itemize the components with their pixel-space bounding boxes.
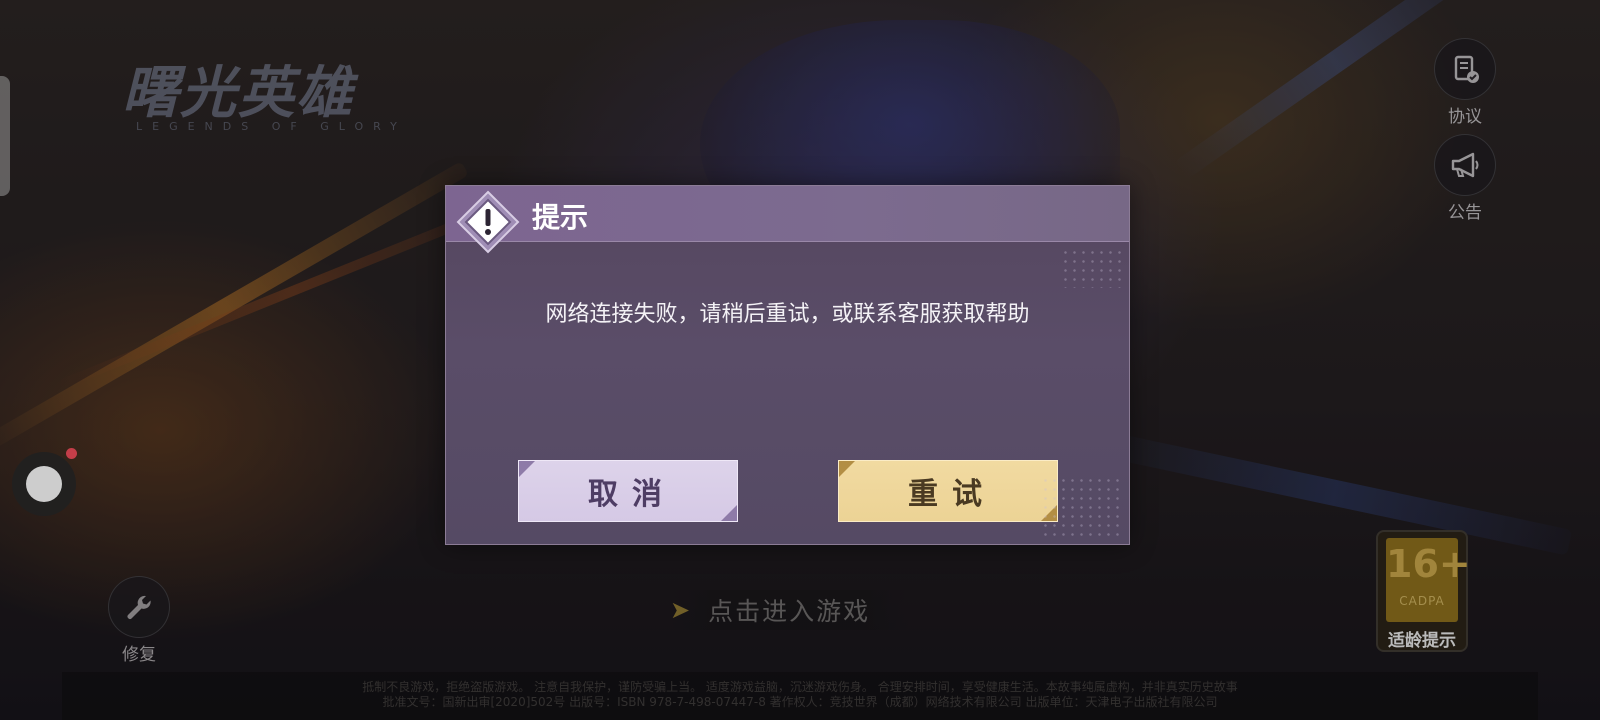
cancel-button[interactable]: 取消: [518, 460, 738, 522]
dialog-header: 提示: [446, 186, 1129, 242]
network-error-dialog: 提示 网络连接失败，请稍后重试，或联系客服获取帮助 取消 重试: [445, 185, 1130, 545]
decorative-dots: [1041, 476, 1121, 536]
dialog-title: 提示: [532, 201, 589, 234]
retry-button[interactable]: 重试: [838, 460, 1058, 522]
decorative-dots: [1061, 248, 1121, 288]
dialog-message: 网络连接失败，请稍后重试，或联系客服获取帮助: [545, 302, 1030, 327]
warning-diamond-icon: [456, 190, 520, 254]
